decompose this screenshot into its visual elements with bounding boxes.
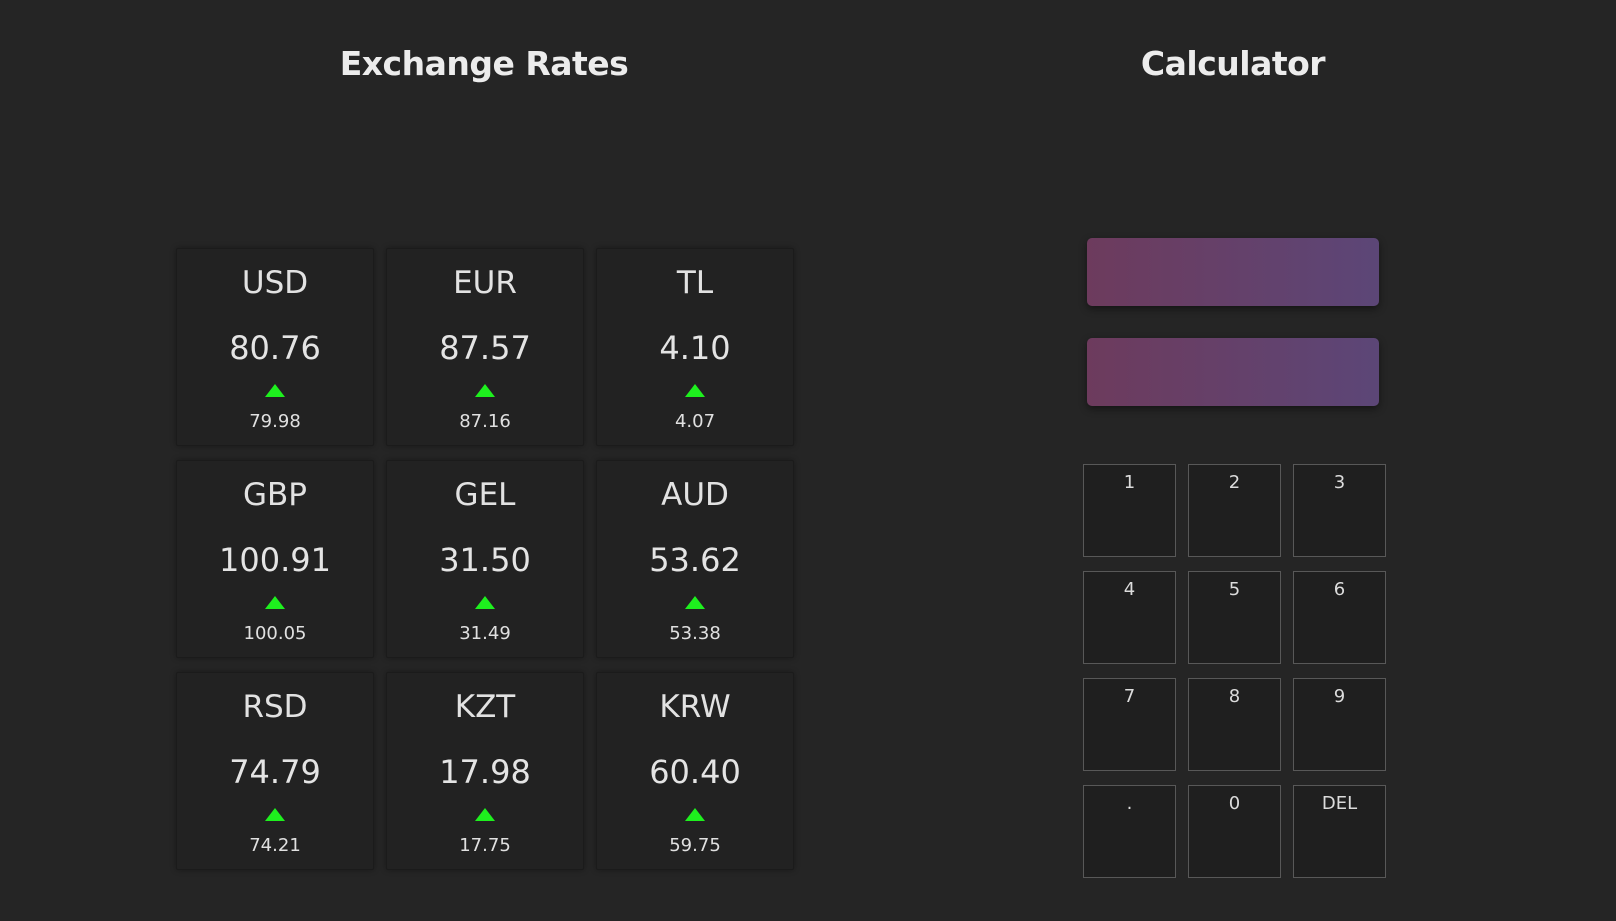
current-rate: 87.57 xyxy=(439,329,531,367)
key-7-button[interactable]: 7 xyxy=(1083,678,1176,771)
trend-up-icon xyxy=(475,596,495,609)
rate-card-usd: USD 80.76 79.98 xyxy=(176,248,374,446)
previous-rate: 59.75 xyxy=(669,835,721,856)
key-decimal-button[interactable]: . xyxy=(1083,785,1176,878)
currency-code: TL xyxy=(676,265,714,301)
rate-card-eur: EUR 87.57 87.16 xyxy=(386,248,584,446)
current-rate: 100.91 xyxy=(219,541,331,579)
current-rate: 4.10 xyxy=(659,329,731,367)
key-6-button[interactable]: 6 xyxy=(1293,571,1386,664)
previous-rate: 31.49 xyxy=(459,623,511,644)
trend-up-icon xyxy=(475,384,495,397)
previous-rate: 74.21 xyxy=(249,835,301,856)
key-0-button[interactable]: 0 xyxy=(1188,785,1281,878)
rate-card-gel: GEL 31.50 31.49 xyxy=(386,460,584,658)
previous-rate: 87.16 xyxy=(459,411,511,432)
current-rate: 17.98 xyxy=(439,753,531,791)
exchange-rates-grid: USD 80.76 79.98 EUR 87.57 87.16 TL 4.10 … xyxy=(176,248,794,870)
previous-rate: 79.98 xyxy=(249,411,301,432)
calculator-title: Calculator xyxy=(1140,44,1326,83)
rate-card-tl: TL 4.10 4.07 xyxy=(596,248,794,446)
currency-code: RSD xyxy=(242,689,308,725)
current-rate: 80.76 xyxy=(229,329,321,367)
current-rate: 74.79 xyxy=(229,753,321,791)
current-rate: 53.62 xyxy=(649,541,741,579)
trend-up-icon xyxy=(265,596,285,609)
rate-card-rsd: RSD 74.79 74.21 xyxy=(176,672,374,870)
calculator-input-display[interactable] xyxy=(1087,238,1379,306)
key-8-button[interactable]: 8 xyxy=(1188,678,1281,771)
key-9-button[interactable]: 9 xyxy=(1293,678,1386,771)
previous-rate: 100.05 xyxy=(243,623,307,644)
trend-up-icon xyxy=(685,596,705,609)
currency-code: GEL xyxy=(454,477,516,513)
trend-up-icon xyxy=(265,808,285,821)
key-1-button[interactable]: 1 xyxy=(1083,464,1176,557)
calculator-keypad: 1 2 3 4 5 6 7 8 9 . 0 DEL xyxy=(1083,464,1386,878)
rate-card-krw: KRW 60.40 59.75 xyxy=(596,672,794,870)
trend-up-icon xyxy=(265,384,285,397)
trend-up-icon xyxy=(685,384,705,397)
key-5-button[interactable]: 5 xyxy=(1188,571,1281,664)
rate-card-kzt: KZT 17.98 17.75 xyxy=(386,672,584,870)
currency-code: KRW xyxy=(659,689,731,725)
currency-code: USD xyxy=(241,265,309,301)
trend-up-icon xyxy=(685,808,705,821)
trend-up-icon xyxy=(475,808,495,821)
currency-code: GBP xyxy=(243,477,307,513)
rate-card-gbp: GBP 100.91 100.05 xyxy=(176,460,374,658)
key-4-button[interactable]: 4 xyxy=(1083,571,1176,664)
rate-card-aud: AUD 53.62 53.38 xyxy=(596,460,794,658)
currency-code: AUD xyxy=(661,477,729,513)
current-rate: 31.50 xyxy=(439,541,531,579)
delete-button[interactable]: DEL xyxy=(1293,785,1386,878)
currency-code: KZT xyxy=(454,689,516,725)
current-rate: 60.40 xyxy=(649,753,741,791)
previous-rate: 4.07 xyxy=(674,411,716,432)
key-2-button[interactable]: 2 xyxy=(1188,464,1281,557)
key-3-button[interactable]: 3 xyxy=(1293,464,1386,557)
previous-rate: 17.75 xyxy=(459,835,511,856)
currency-code: EUR xyxy=(453,265,517,301)
exchange-rates-title: Exchange Rates xyxy=(339,44,629,83)
calculator-result-display[interactable] xyxy=(1087,338,1379,406)
previous-rate: 53.38 xyxy=(669,623,721,644)
